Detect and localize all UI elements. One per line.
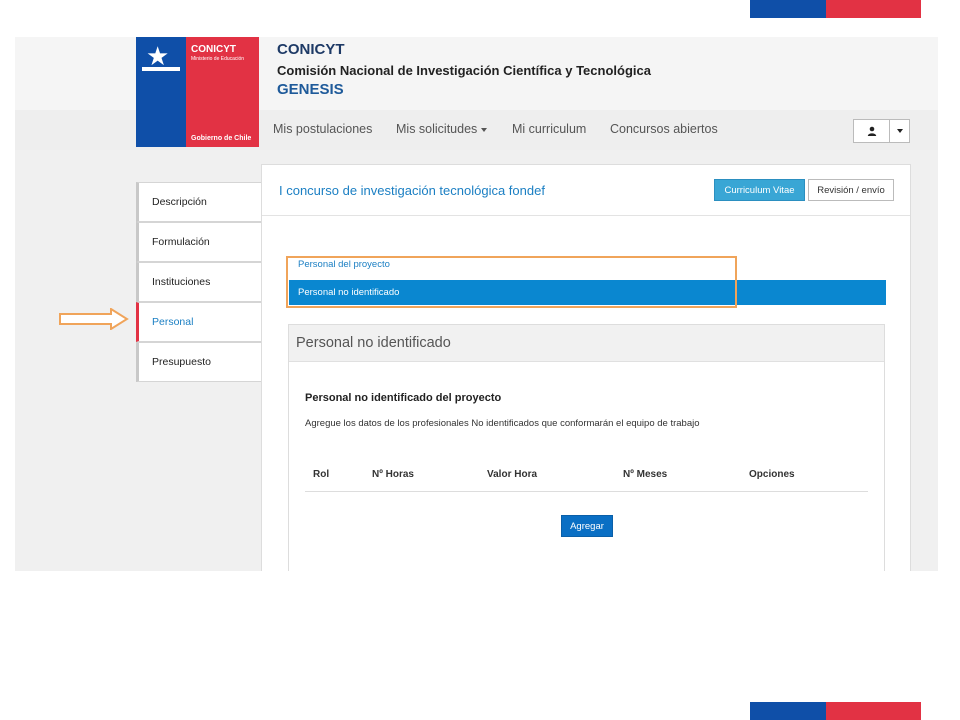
sidebar-item-formulacion[interactable]: Formulación xyxy=(136,222,262,262)
conicyt-logo[interactable]: ★ CONICYT Ministerio de Educación Gobier… xyxy=(136,37,259,147)
nav-mi-curriculum[interactable]: Mi curriculum xyxy=(512,122,586,136)
app-screenshot: CONICYT Comisión Nacional de Investigaci… xyxy=(15,37,938,571)
star-icon: ★ xyxy=(146,41,170,71)
personal-panel: Personal no identificado Personal no ide… xyxy=(288,324,885,571)
sidebar: Descripción Formulación Instituciones Pe… xyxy=(136,182,262,382)
column-header-meses: Nº Meses xyxy=(623,469,668,480)
app-name: GENESIS xyxy=(277,81,344,98)
agregar-button[interactable]: Agregar xyxy=(561,515,613,537)
pointer-arrow-icon xyxy=(59,308,129,330)
column-header-opciones: Opciones xyxy=(749,469,795,480)
flag-banner-bottom xyxy=(750,702,921,720)
sidebar-item-instituciones[interactable]: Instituciones xyxy=(136,262,262,302)
nav-concursos-abiertos[interactable]: Concursos abiertos xyxy=(610,122,718,136)
table-divider xyxy=(305,491,868,492)
sidebar-item-personal[interactable]: Personal xyxy=(136,302,262,342)
column-header-rol: Rol xyxy=(313,469,330,480)
column-header-horas: Nº Horas xyxy=(372,469,414,480)
sidebar-item-presupuesto[interactable]: Presupuesto xyxy=(136,342,262,382)
caret-down-icon xyxy=(481,127,488,132)
panel-description: Agregue los datos de los profesionales N… xyxy=(305,418,700,429)
flag-banner-top xyxy=(750,0,921,18)
curriculum-vitae-button[interactable]: Curriculum Vitae xyxy=(714,179,805,201)
panel-title: Personal no identificado del proyecto xyxy=(305,392,502,404)
caret-down-icon xyxy=(896,129,903,133)
flag-blue-stripe xyxy=(750,0,826,18)
user-icon xyxy=(854,120,890,142)
logo-name: CONICYT xyxy=(191,44,236,55)
main-content: I concurso de investigación tecnológica … xyxy=(261,164,911,571)
flag-blue-stripe xyxy=(750,702,826,720)
column-header-valor-hora: Valor Hora xyxy=(487,469,538,480)
user-menu-button[interactable] xyxy=(853,119,910,143)
flag-red-stripe xyxy=(826,702,921,720)
panel-heading: Personal no identificado xyxy=(289,325,884,362)
nav-mis-solicitudes[interactable]: Mis solicitudes xyxy=(396,122,488,136)
revision-envio-button[interactable]: Revisión / envío xyxy=(808,179,894,201)
nav-mis-postulaciones[interactable]: Mis postulaciones xyxy=(273,122,372,136)
highlight-box xyxy=(286,256,737,308)
sidebar-item-descripcion[interactable]: Descripción xyxy=(136,182,262,222)
logo-subtitle: Ministerio de Educación xyxy=(191,56,245,62)
logo-footer: Gobierno de Chile xyxy=(191,135,252,142)
divider xyxy=(262,215,910,216)
flag-red-stripe xyxy=(826,0,921,18)
org-title: CONICYT xyxy=(277,41,345,58)
org-subtitle: Comisión Nacional de Investigación Cient… xyxy=(277,63,651,78)
page-title: I concurso de investigación tecnológica … xyxy=(279,183,545,198)
